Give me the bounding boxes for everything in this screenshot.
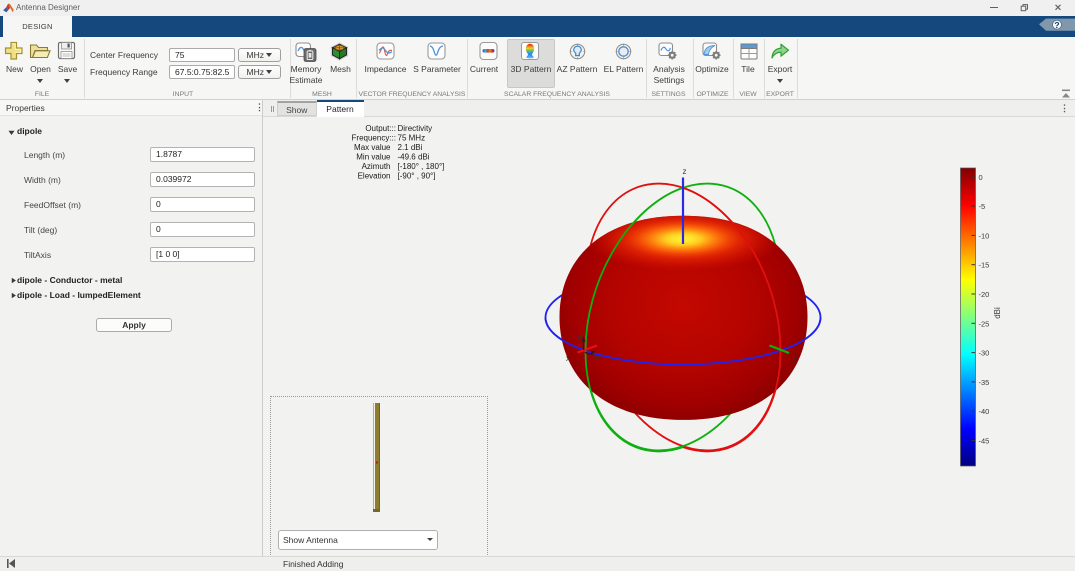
svg-text:-20: -20 — [979, 290, 990, 299]
svg-text:[-180° , 180°]: [-180° , 180°] — [398, 162, 445, 171]
svg-text:Directivity: Directivity — [398, 124, 433, 133]
svg-text:Max value: Max value — [354, 143, 391, 152]
svg-text:y: y — [794, 354, 798, 363]
svg-text:-49.6 dBi: -49.6 dBi — [398, 153, 430, 162]
svg-text:75 MHz: 75 MHz — [398, 134, 426, 143]
svg-text:el: el — [577, 334, 583, 341]
svg-text:-40: -40 — [979, 407, 990, 416]
svg-text:0: 0 — [979, 173, 983, 182]
svg-text:Azimuth: Azimuth — [362, 162, 391, 171]
svg-text:-5: -5 — [979, 202, 986, 211]
svg-text:-35: -35 — [979, 378, 990, 387]
svg-text:Elevation: Elevation — [358, 172, 391, 181]
svg-text:Frequency:::: Frequency::: — [352, 134, 396, 143]
svg-text:-25: -25 — [979, 319, 990, 328]
svg-text:x: x — [566, 354, 570, 363]
svg-text:z: z — [683, 167, 687, 176]
svg-text:dBi: dBi — [993, 307, 1002, 319]
svg-text:Output:::: Output::: — [365, 124, 396, 133]
svg-text:?: ? — [1054, 20, 1059, 30]
svg-text:[-90° , 90°]: [-90° , 90°] — [398, 172, 436, 181]
svg-text:-10: -10 — [979, 231, 990, 240]
svg-text:-45: -45 — [979, 437, 990, 446]
svg-text:2.1 dBi: 2.1 dBi — [398, 143, 423, 152]
svg-text:az: az — [593, 355, 601, 362]
svg-text:Min value: Min value — [356, 153, 391, 162]
svg-text:-30: -30 — [979, 349, 990, 358]
svg-text:-15: -15 — [979, 261, 990, 270]
